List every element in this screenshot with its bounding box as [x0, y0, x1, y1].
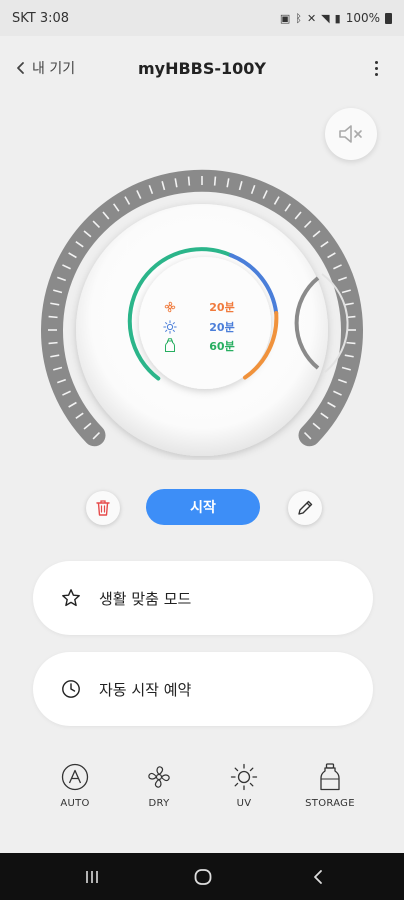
trash-icon [96, 500, 110, 516]
battery-percent: 100% [345, 11, 380, 25]
status-bar: SKT 3:08 ▣ ᛒ ✕ ◥ ▮ 100% [0, 0, 404, 36]
feature-nav: AUTO DRY UV STORAGE [0, 762, 404, 822]
speaker-mute-icon [339, 125, 362, 143]
mode-storage-row: 60분 [0, 338, 404, 354]
edit-button[interactable] [288, 491, 322, 525]
carrier-time: SKT 3:08 [12, 10, 70, 26]
mode-uv-value: 20분 [209, 321, 235, 334]
lifestyle-mode-label: 생활 맞춤 모드 [99, 589, 192, 608]
back-icon[interactable] [306, 867, 330, 887]
back-label: 내 기기 [32, 61, 76, 77]
auto-icon [61, 763, 89, 791]
cellular-data-icon: ▣ [279, 11, 291, 25]
nav-storage[interactable]: STORAGE [295, 762, 365, 809]
mute-button[interactable] [325, 108, 377, 160]
dial-tick [213, 176, 217, 186]
back-button[interactable]: 내 기기 [14, 58, 75, 78]
auto-start-schedule-card[interactable]: 자동 시작 예약 [33, 652, 373, 726]
bottle-icon [320, 763, 340, 791]
fan-icon [164, 301, 176, 313]
delete-button[interactable] [86, 491, 120, 525]
lifestyle-mode-card[interactable]: 생활 맞춤 모드 [33, 561, 373, 635]
start-button[interactable]: 시작 [146, 489, 260, 525]
app-header: 내 기기 myHBBS-100Y [0, 48, 404, 88]
nav-dry[interactable]: DRY [124, 762, 194, 809]
pencil-icon [298, 500, 313, 515]
mode-fan-value: 20분 [209, 301, 235, 314]
nav-storage-label: STORAGE [305, 798, 355, 809]
nav-auto[interactable]: AUTO [40, 762, 110, 809]
fan-icon [148, 766, 170, 788]
dial-tick [187, 176, 191, 186]
chevron-left-icon [17, 62, 24, 74]
mode-uv-row: 20분 [0, 319, 404, 335]
action-row: 시작 [0, 488, 404, 528]
recents-icon[interactable] [80, 867, 104, 887]
nav-uv[interactable]: UV [209, 762, 279, 809]
system-nav-bar [0, 853, 404, 900]
nav-dry-label: DRY [148, 798, 170, 809]
mute-icon: ✕ [306, 11, 317, 25]
home-icon[interactable] [191, 867, 215, 887]
bottle-icon [165, 338, 175, 352]
more-vertical-icon[interactable] [366, 58, 386, 78]
nav-auto-label: AUTO [60, 798, 90, 809]
nav-uv-label: UV [236, 798, 252, 809]
auto-start-schedule-label: 자동 시작 예약 [99, 680, 192, 699]
dial-tick [48, 315, 58, 319]
uv-sun-icon [163, 320, 177, 334]
wifi-icon: ◥ [321, 11, 330, 25]
status-icons: ▣ ᛒ ✕ ◥ ▮ 100% [280, 11, 392, 25]
star-icon [62, 589, 80, 607]
signal-icon: ▮ [334, 11, 341, 25]
battery-icon [385, 12, 392, 24]
mode-storage-value: 60분 [209, 340, 235, 353]
uv-sun-icon [230, 763, 258, 791]
mode-fan-row: 20분 [0, 299, 404, 315]
clock-icon [62, 680, 80, 698]
bluetooth-icon: ᛒ [295, 11, 302, 25]
